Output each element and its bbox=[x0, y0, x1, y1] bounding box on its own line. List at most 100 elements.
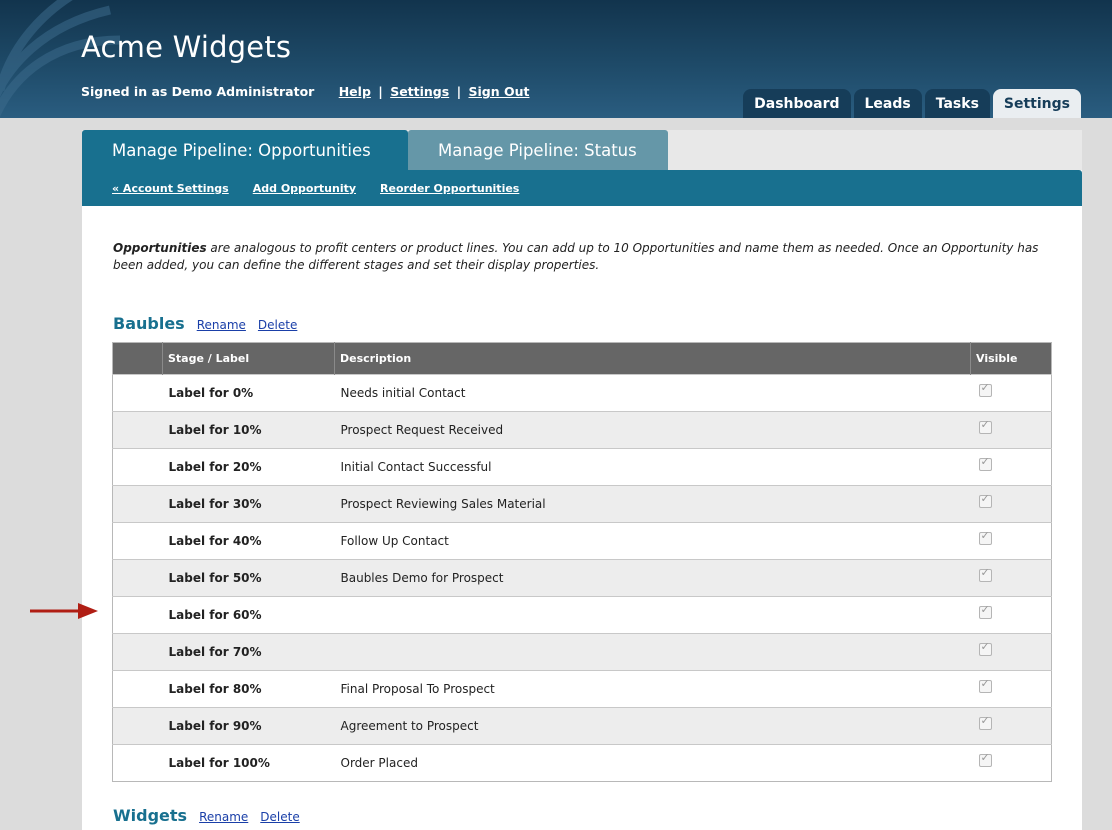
stage-description: Prospect Reviewing Sales Material bbox=[334, 485, 971, 523]
stage-label[interactable]: Label for 30% bbox=[162, 485, 335, 523]
intro-text: Opportunities are analogous to profit ce… bbox=[113, 240, 1053, 274]
drag-handle-cell bbox=[112, 707, 163, 745]
drag-handle-cell bbox=[112, 744, 163, 782]
app-title: Acme Widgets bbox=[81, 30, 292, 64]
column-header-stage: Stage / Label bbox=[162, 342, 335, 375]
drag-handle-cell bbox=[112, 596, 163, 634]
table-row[interactable]: Label for 60% bbox=[112, 596, 1052, 634]
rename-link[interactable]: Rename bbox=[197, 318, 246, 332]
stage-description: Baubles Demo for Prospect bbox=[334, 559, 971, 597]
red-arrow-icon bbox=[30, 603, 98, 619]
stage-label[interactable]: Label for 20% bbox=[162, 448, 335, 486]
stage-description: Prospect Request Received bbox=[334, 411, 971, 449]
column-header-visible: Visible bbox=[970, 342, 1052, 375]
stage-label[interactable]: Label for 40% bbox=[162, 522, 335, 560]
intro-bold: Opportunities bbox=[113, 241, 207, 255]
table-row[interactable]: Label for 70% bbox=[112, 633, 1052, 671]
stage-label[interactable]: Label for 60% bbox=[162, 596, 335, 634]
stage-label[interactable]: Label for 90% bbox=[162, 707, 335, 745]
main-nav-tabs: Dashboard Leads Tasks Settings bbox=[743, 89, 1081, 118]
settings-link[interactable]: Settings bbox=[390, 84, 449, 99]
visible-checkbox[interactable] bbox=[978, 492, 992, 508]
stage-description: Order Placed bbox=[334, 744, 971, 782]
stage-label[interactable]: Label for 10% bbox=[162, 411, 335, 449]
table-row[interactable]: Label for 30% Prospect Reviewing Sales Ma… bbox=[112, 485, 1052, 523]
drag-handle-cell bbox=[112, 411, 163, 449]
visible-cell bbox=[970, 448, 1052, 486]
drag-handle-cell bbox=[112, 522, 163, 560]
table-row[interactable]: Label for 50% Baubles Demo for Prospect bbox=[112, 559, 1052, 597]
app-header: Acme Widgets Signed in as Demo Administr… bbox=[0, 0, 1112, 118]
visible-checkbox[interactable] bbox=[978, 418, 992, 434]
stage-description: Agreement to Prospect bbox=[334, 707, 971, 745]
table-row[interactable]: Label for 80% Final Proposal To Prospect bbox=[112, 670, 1052, 708]
signed-in-text: Signed in as Demo Administrator bbox=[81, 84, 315, 99]
intro-rest: are analogous to profit centers or produ… bbox=[113, 241, 1039, 272]
account-settings-link[interactable]: « Account Settings bbox=[112, 182, 229, 195]
drag-handle-cell bbox=[112, 670, 163, 708]
table-row[interactable]: Label for 0% Needs initial Contact bbox=[112, 374, 1052, 412]
sub-navigation: « Account Settings Add Opportunity Reord… bbox=[82, 170, 1082, 206]
visible-checkbox[interactable] bbox=[978, 529, 992, 545]
visible-checkbox[interactable] bbox=[978, 381, 992, 397]
help-link[interactable]: Help bbox=[339, 84, 371, 99]
signed-in-row: Signed in as Demo Administrator Help | S… bbox=[81, 84, 530, 99]
visible-cell bbox=[970, 411, 1052, 449]
tab-leads[interactable]: Leads bbox=[853, 89, 922, 118]
tab-settings[interactable]: Settings bbox=[992, 89, 1081, 118]
reorder-opportunities-link[interactable]: Reorder Opportunities bbox=[380, 182, 519, 195]
link-separator: | bbox=[378, 84, 383, 99]
drag-handle-cell bbox=[112, 374, 163, 412]
stage-label[interactable]: Label for 80% bbox=[162, 670, 335, 708]
add-opportunity-link[interactable]: Add Opportunity bbox=[253, 182, 356, 195]
visible-cell bbox=[970, 707, 1052, 745]
drag-handle-cell bbox=[112, 485, 163, 523]
visible-checkbox[interactable] bbox=[978, 751, 992, 767]
tab-tasks[interactable]: Tasks bbox=[924, 89, 990, 118]
visible-cell bbox=[970, 522, 1052, 560]
section-title: Baubles bbox=[113, 314, 185, 333]
stage-description: Initial Contact Successful bbox=[334, 448, 971, 486]
stage-description bbox=[334, 596, 971, 634]
drag-handle-cell bbox=[112, 633, 163, 671]
table-row[interactable]: Label for 90% Agreement to Prospect bbox=[112, 707, 1052, 745]
stages-table: Stage / Label Description Visible Label … bbox=[112, 342, 1052, 782]
visible-checkbox[interactable] bbox=[978, 677, 992, 693]
visible-cell bbox=[970, 485, 1052, 523]
visible-cell bbox=[970, 374, 1052, 412]
delete-link[interactable]: Delete bbox=[258, 318, 297, 332]
stage-label[interactable]: Label for 50% bbox=[162, 559, 335, 597]
visible-cell bbox=[970, 559, 1052, 597]
visible-checkbox[interactable] bbox=[978, 640, 992, 656]
stage-label[interactable]: Label for 0% bbox=[162, 374, 335, 412]
tab-manage-status[interactable]: Manage Pipeline: Status bbox=[408, 130, 668, 170]
table-row[interactable]: Label for 10% Prospect Request Received bbox=[112, 411, 1052, 449]
stage-description bbox=[334, 633, 971, 671]
link-separator: | bbox=[456, 84, 462, 99]
delete-link[interactable]: Delete bbox=[260, 810, 299, 824]
sign-out-link[interactable]: Sign Out bbox=[469, 84, 530, 99]
column-header-description: Description bbox=[334, 342, 971, 375]
table-header-row: Stage / Label Description Visible bbox=[112, 342, 1052, 375]
visible-cell bbox=[970, 633, 1052, 671]
stage-description: Final Proposal To Prospect bbox=[334, 670, 971, 708]
visible-checkbox[interactable] bbox=[978, 603, 992, 619]
visible-checkbox[interactable] bbox=[978, 455, 992, 471]
drag-handle-cell bbox=[112, 448, 163, 486]
section-header-baubles: Baubles Rename Delete bbox=[113, 314, 297, 333]
visible-checkbox[interactable] bbox=[978, 714, 992, 730]
table-row[interactable]: Label for 40% Follow Up Contact bbox=[112, 522, 1052, 560]
table-row[interactable]: Label for 20% Initial Contact Successful bbox=[112, 448, 1052, 486]
visible-cell bbox=[970, 670, 1052, 708]
visible-checkbox[interactable] bbox=[978, 566, 992, 582]
pipeline-tabs: Manage Pipeline: Opportunities Manage Pi… bbox=[82, 130, 1082, 170]
visible-cell bbox=[970, 596, 1052, 634]
table-row[interactable]: Label for 100% Order Placed bbox=[112, 744, 1052, 782]
tab-manage-opportunities[interactable]: Manage Pipeline: Opportunities bbox=[82, 130, 408, 170]
rename-link[interactable]: Rename bbox=[199, 810, 248, 824]
stage-label[interactable]: Label for 70% bbox=[162, 633, 335, 671]
stage-description: Needs initial Contact bbox=[334, 374, 971, 412]
stage-label[interactable]: Label for 100% bbox=[162, 744, 335, 782]
visible-cell bbox=[970, 744, 1052, 782]
tab-dashboard[interactable]: Dashboard bbox=[743, 89, 851, 118]
